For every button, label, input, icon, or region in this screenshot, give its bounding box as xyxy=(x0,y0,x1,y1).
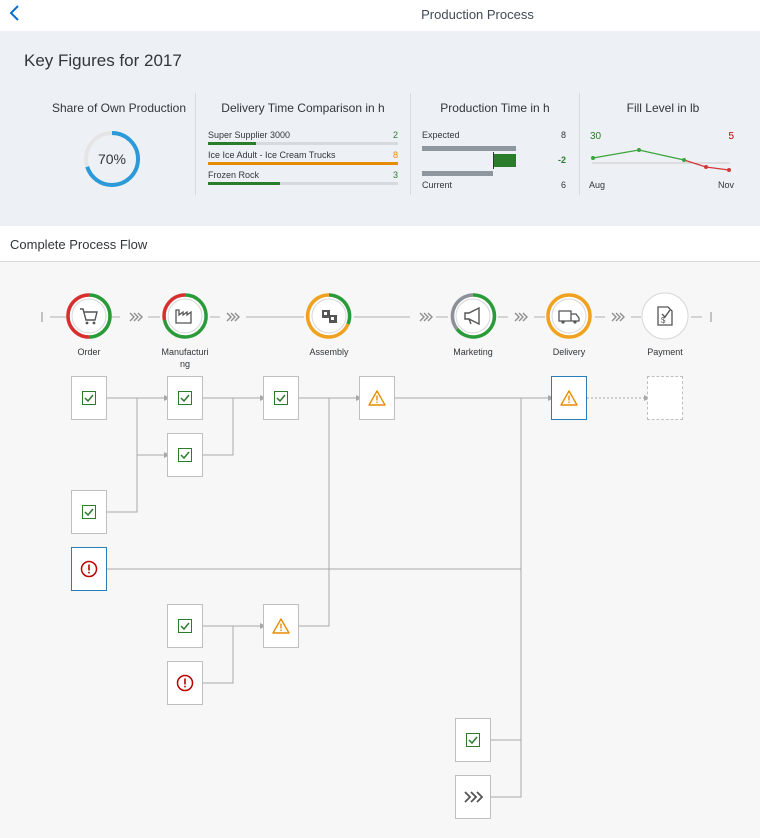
order-node-error[interactable] xyxy=(71,547,107,591)
tile-divider xyxy=(410,93,411,195)
share-tile[interactable]: Share of Own Production 70% xyxy=(46,93,192,195)
order-node-completed[interactable] xyxy=(71,376,107,420)
svg-text:$: $ xyxy=(661,316,666,325)
key-figures-title: Key Figures for 2017 xyxy=(24,51,182,70)
lane-assembly-icon[interactable] xyxy=(305,292,353,340)
delivery-row-track xyxy=(208,182,398,185)
current-value: 6 xyxy=(560,180,566,190)
delivery-row-value: 2 xyxy=(392,130,398,140)
lane-label: Marketing xyxy=(453,347,493,357)
fill-end-label: Nov xyxy=(717,180,734,190)
lane-manufacturing-icon[interactable] xyxy=(161,292,209,340)
expected-label: Expected xyxy=(422,130,460,140)
delivery-row-label: Super Supplier 3000 xyxy=(208,130,291,140)
order-node-completed[interactable] xyxy=(71,490,107,534)
share-donut-chart: 70% xyxy=(84,131,140,187)
error-icon xyxy=(176,674,194,692)
delivery-row-value: 3 xyxy=(392,170,398,180)
lane-marketing-icon[interactable] xyxy=(449,292,497,340)
delivery-row: Super Supplier 3000 2 xyxy=(208,130,398,146)
checkbox-icon xyxy=(82,505,96,519)
checkbox-icon xyxy=(274,391,288,405)
checkbox-icon xyxy=(82,391,96,405)
difference-value: -2 xyxy=(557,155,566,165)
delivery-row: Frozen Rock 3 xyxy=(208,170,398,186)
key-figures-header: Key Figures for 2017 Share of Own Produc… xyxy=(0,31,760,226)
delivery-title: Delivery Time Comparison in h xyxy=(221,101,385,115)
delivery-row-track xyxy=(208,162,398,165)
process-flow-title: Complete Process Flow xyxy=(10,237,148,252)
tile-divider xyxy=(195,93,196,195)
fill-level-tile[interactable]: Fill Level in lb 30 5 Aug Nov xyxy=(588,93,738,195)
lane-label: Manufacturi ng xyxy=(161,347,209,369)
delivery-row: Ice Ice Adult - Ice Cream Trucks 8 xyxy=(208,150,398,166)
target-line xyxy=(493,152,494,169)
lane-delivery-icon[interactable] xyxy=(545,292,593,340)
current-bar xyxy=(422,171,493,176)
delivery-row-track xyxy=(208,142,398,145)
delivery-node-warning[interactable] xyxy=(551,376,587,420)
payment-node-planned[interactable] xyxy=(647,376,683,420)
lane-label: Payment xyxy=(647,347,683,357)
manufacturing-node-completed[interactable] xyxy=(167,604,203,648)
checkbox-icon xyxy=(178,619,192,633)
current-label: Current xyxy=(422,180,453,190)
warning-icon xyxy=(272,618,290,634)
difference-bar xyxy=(493,154,516,167)
delivery-row-label: Ice Ice Adult - Ice Cream Trucks xyxy=(208,150,336,160)
delivery-tile[interactable]: Delivery Time Comparison in h Super Supp… xyxy=(208,93,398,195)
expected-bar xyxy=(422,146,516,151)
page-title: Production Process xyxy=(421,7,534,22)
delivery-row-bar xyxy=(208,182,281,185)
production-tile[interactable]: Production Time in h Expected 8 -2 Curre… xyxy=(422,93,568,195)
checkbox-icon xyxy=(178,448,192,462)
tile-divider xyxy=(579,93,580,195)
marketing-node-warning[interactable] xyxy=(359,376,395,420)
fill-end-value: 5 xyxy=(728,131,734,142)
checkbox-icon xyxy=(466,733,480,747)
fill-start-value: 30 xyxy=(590,131,602,142)
lane-payment-icon[interactable]: $ xyxy=(641,292,689,340)
assembly-node-completed[interactable] xyxy=(263,376,299,420)
expected-value: 8 xyxy=(560,130,566,140)
delivery-row-bar xyxy=(208,142,256,145)
marketing-node-completed[interactable] xyxy=(455,718,491,762)
top-bar: Production Process xyxy=(0,0,760,31)
checkbox-icon xyxy=(178,391,192,405)
marketing-node-aggregated[interactable] xyxy=(455,775,491,819)
process-flow-header: Complete Process Flow xyxy=(0,226,760,262)
manufacturing-node-completed[interactable] xyxy=(167,433,203,477)
fill-level-line-chart xyxy=(591,148,731,172)
delivery-row-label: Frozen Rock xyxy=(208,170,260,180)
fill-level-title: Fill Level in lb xyxy=(626,101,700,115)
lane-label: Order xyxy=(77,347,101,357)
lane-label: Delivery xyxy=(552,347,586,357)
warning-icon xyxy=(560,390,578,406)
process-flow: $ Order Manufacturi ng Assembly Marketing De… xyxy=(0,262,760,838)
lane-label: Assembly xyxy=(309,347,349,357)
share-value-label: 70% xyxy=(98,151,126,167)
manufacturing-node-completed[interactable] xyxy=(167,376,203,420)
assembly-node-warning[interactable] xyxy=(263,604,299,648)
delivery-row-value: 8 xyxy=(392,150,398,160)
share-title: Share of Own Production xyxy=(51,101,187,115)
fill-start-label: Aug xyxy=(589,180,606,190)
production-title: Production Time in h xyxy=(440,101,550,115)
error-icon xyxy=(80,560,98,578)
delivery-row-bar xyxy=(208,162,398,165)
warning-icon xyxy=(368,390,386,406)
manufacturing-node-error[interactable] xyxy=(167,661,203,705)
double-chevron-icon xyxy=(464,791,483,803)
lane-order-icon[interactable] xyxy=(65,292,113,340)
